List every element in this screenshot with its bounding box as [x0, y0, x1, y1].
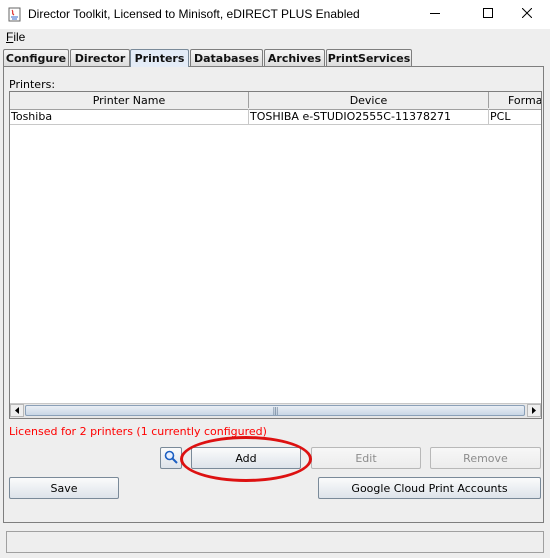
google-cloud-print-accounts-button[interactable]: Google Cloud Print Accounts — [318, 477, 541, 499]
menu-file[interactable]: File — [6, 30, 25, 44]
arrow-right-icon — [531, 404, 537, 417]
tab-configure[interactable]: Configure — [3, 49, 69, 66]
edit-button[interactable]: Edit — [311, 447, 421, 469]
magnifier-icon — [164, 450, 178, 467]
status-bar — [6, 531, 544, 553]
tab-printers[interactable]: Printers — [130, 49, 189, 67]
close-icon — [521, 7, 533, 21]
tab-printservices[interactable]: PrintServices — [326, 49, 412, 66]
tab-director[interactable]: Director — [70, 49, 130, 66]
add-button[interactable]: Add — [191, 447, 301, 469]
scroll-left-button[interactable] — [10, 404, 24, 417]
column-header-printer-name[interactable]: Printer Name — [10, 92, 249, 108]
minimize-button[interactable] — [412, 0, 458, 29]
cell-device: TOSHIBA e-STUDIO2555C-11378271 — [249, 109, 489, 125]
title-bar: Director Toolkit, Licensed to Minisoft, … — [0, 0, 550, 29]
column-header-device[interactable]: Device — [249, 92, 489, 108]
java-app-icon — [8, 7, 21, 22]
close-button[interactable] — [504, 0, 550, 29]
scroll-grip: ||| — [272, 406, 278, 415]
table-header: Printer Name Device Format — [10, 92, 541, 110]
horizontal-scrollbar[interactable]: ||| — [10, 403, 541, 418]
tab-archives[interactable]: Archives — [264, 49, 325, 66]
scroll-thumb[interactable]: ||| — [25, 405, 525, 416]
remove-button[interactable]: Remove — [430, 447, 541, 469]
cell-printer-name: Toshiba — [10, 109, 249, 125]
printers-table[interactable]: Printer Name Device Format Toshiba TOSHI… — [9, 91, 542, 419]
scroll-right-button[interactable] — [527, 404, 541, 417]
column-header-format[interactable]: Format — [489, 92, 541, 108]
tab-databases[interactable]: Databases — [190, 49, 263, 66]
arrow-left-icon — [14, 404, 20, 417]
save-button[interactable]: Save — [9, 477, 119, 499]
menu-file-rest: ile — [13, 30, 26, 44]
minimize-icon — [430, 8, 440, 21]
maximize-icon — [483, 8, 493, 21]
window-title: Director Toolkit, Licensed to Minisoft, … — [28, 7, 360, 21]
table-row[interactable]: Toshiba TOSHIBA e-STUDIO2555C-11378271 P… — [10, 109, 541, 125]
search-button[interactable] — [160, 447, 182, 469]
printers-label: Printers: — [9, 78, 56, 91]
cell-format: PCL — [489, 109, 541, 125]
license-status: Licensed for 2 printers (1 currently con… — [9, 425, 267, 438]
menu-bar: File — [0, 29, 550, 45]
